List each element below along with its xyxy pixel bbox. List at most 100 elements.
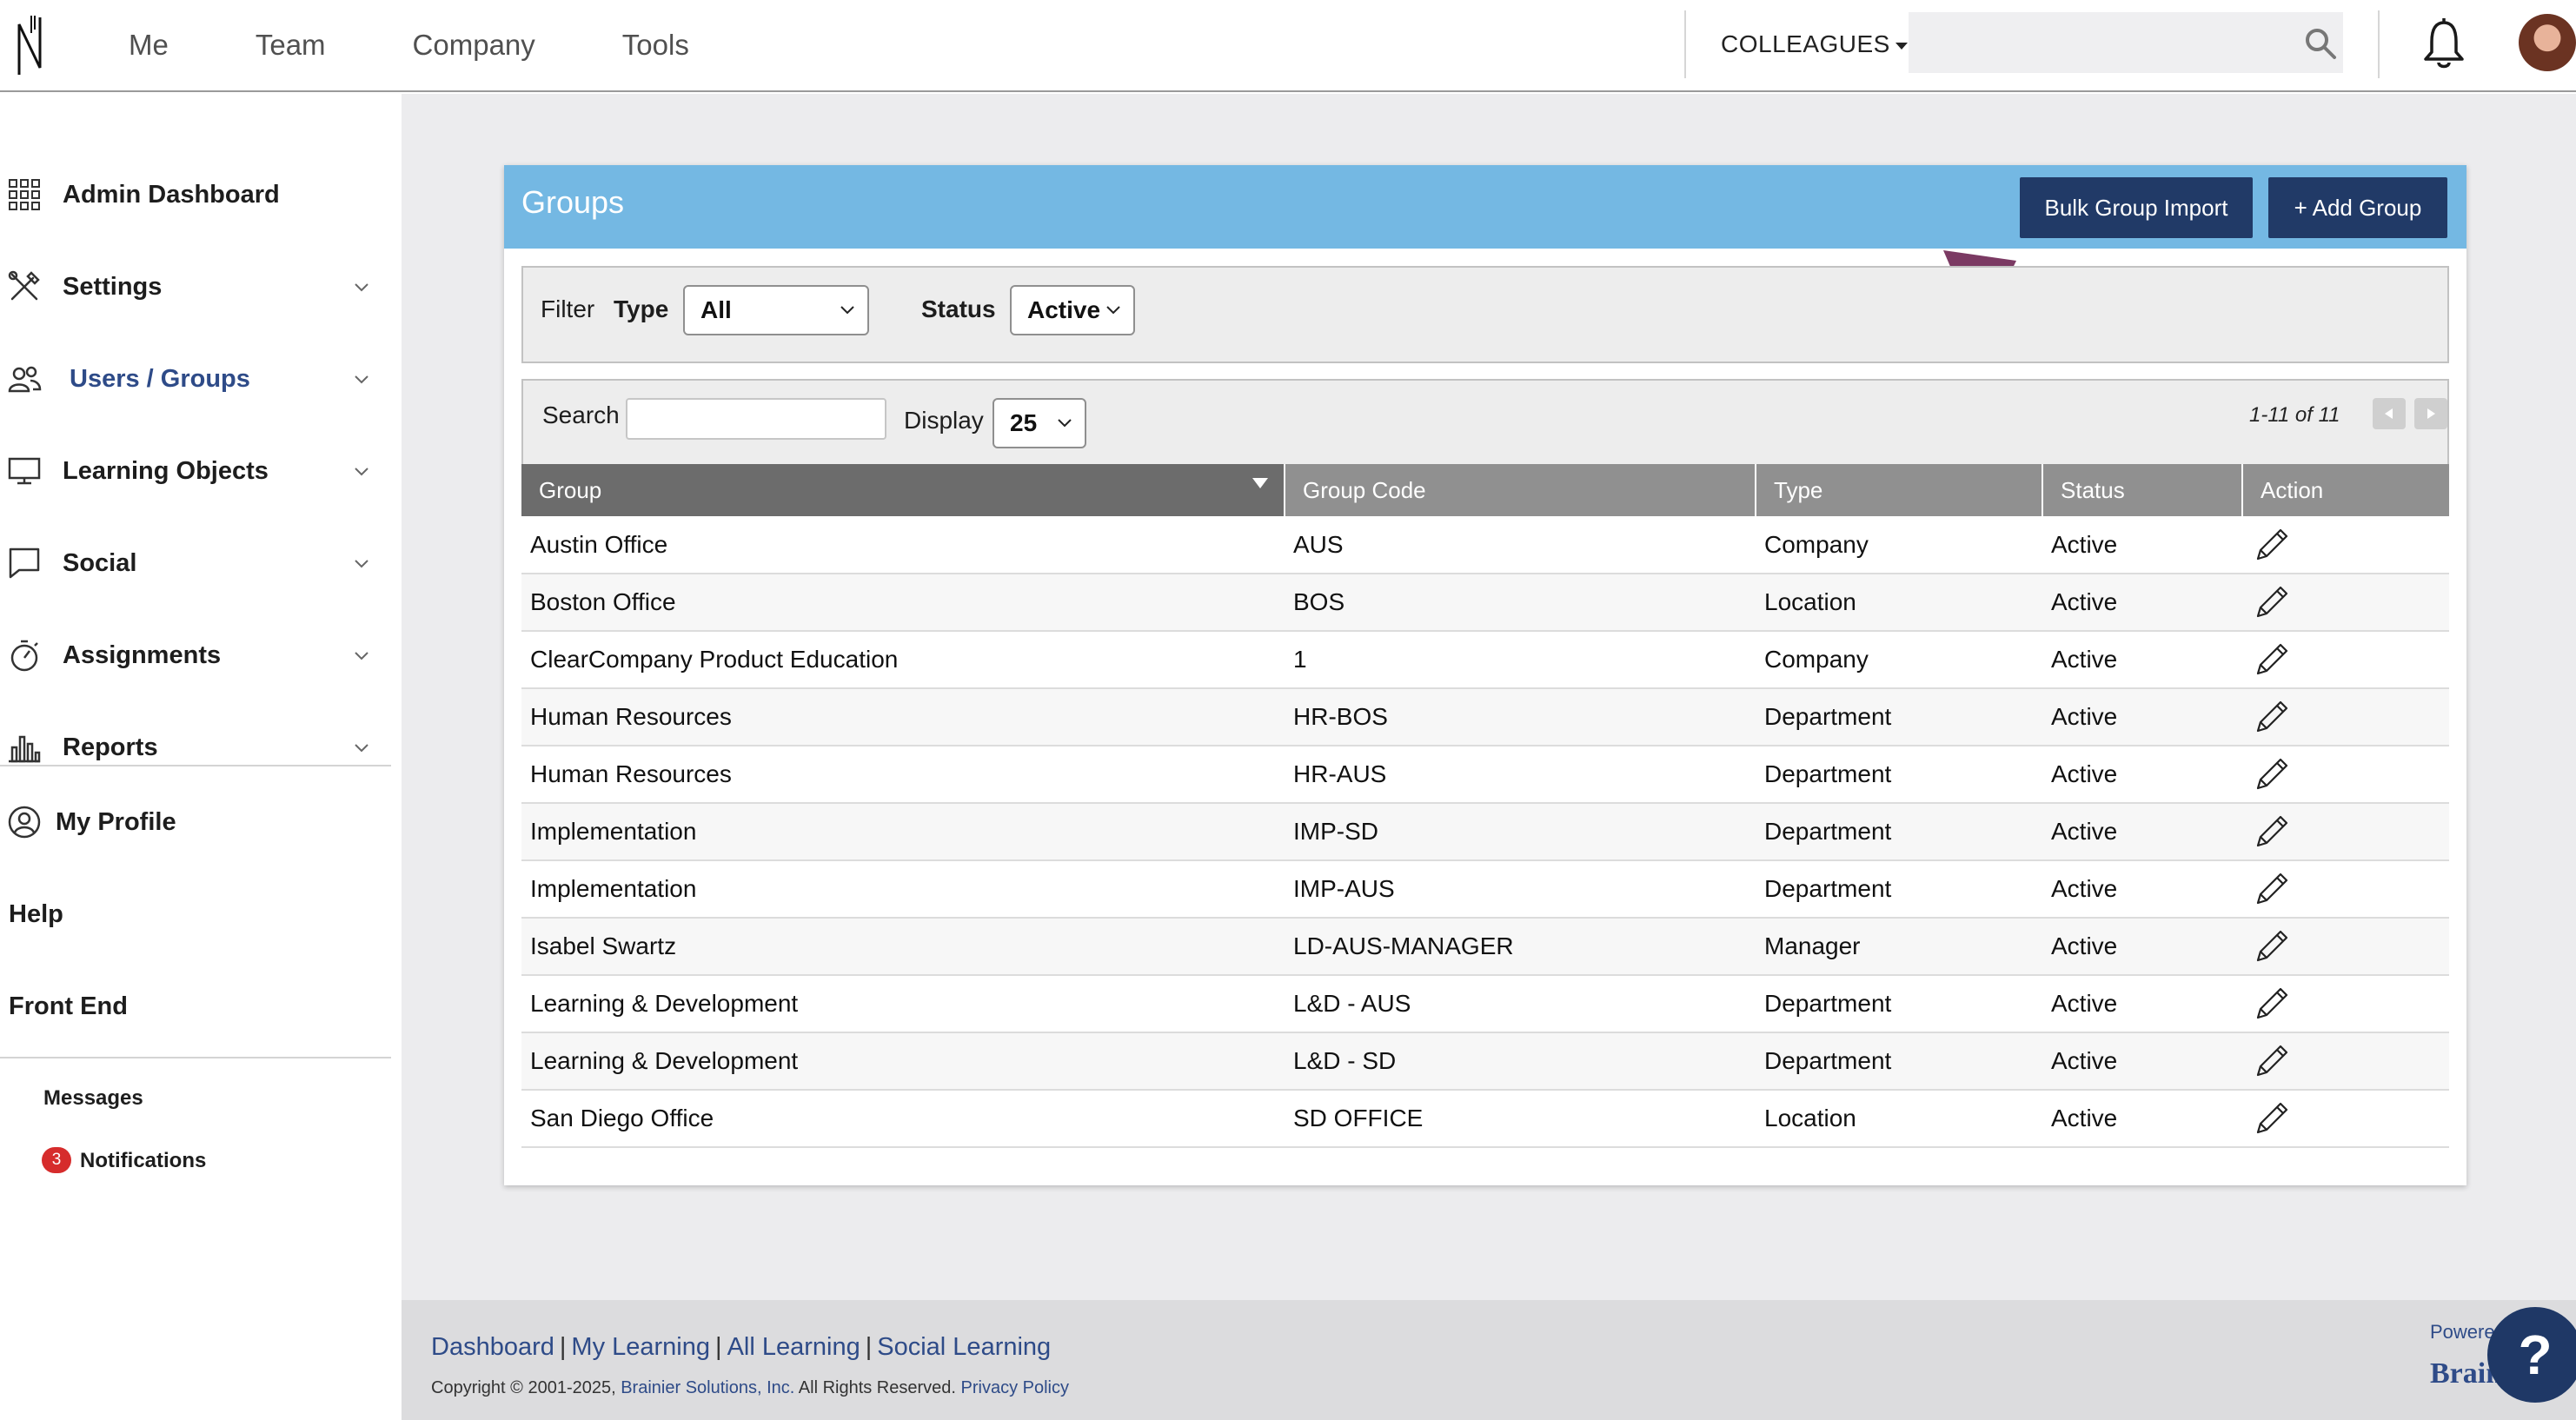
help-button[interactable]: ? — [2487, 1307, 2576, 1403]
prev-page-button[interactable] — [2373, 398, 2406, 429]
cell-action — [2242, 975, 2449, 1033]
sidebar-item-messages[interactable]: Messages — [43, 1086, 143, 1111]
column-header-status[interactable]: Status — [2042, 464, 2243, 516]
table-search-input[interactable] — [626, 398, 886, 440]
chevron-down-icon — [355, 375, 368, 384]
sidebar-item-label: Admin Dashboard — [63, 180, 280, 209]
add-group-button[interactable]: + Add Group — [2268, 177, 2447, 238]
cell-action — [2242, 803, 2449, 861]
pencil-edit-icon[interactable] — [2253, 813, 2291, 851]
pencil-edit-icon[interactable] — [2253, 927, 2291, 965]
cell-group-code: LD-AUS-MANAGER — [1285, 918, 1756, 976]
cell-action — [2242, 746, 2449, 804]
column-header-group-code[interactable]: Group Code — [1285, 464, 1756, 516]
cell-group[interactable]: Learning & Development — [521, 975, 1285, 1033]
privacy-policy-link[interactable]: Privacy Policy — [961, 1378, 1069, 1397]
chevron-down-icon — [355, 468, 368, 476]
type-filter-select[interactable]: All — [683, 285, 869, 335]
bulk-group-import-button[interactable]: Bulk Group Import — [2020, 177, 2253, 238]
cell-action — [2242, 516, 2449, 574]
cell-action — [2242, 918, 2449, 976]
cell-group[interactable]: Implementation — [521, 860, 1285, 919]
nav-item-team[interactable]: Team — [256, 24, 326, 66]
sidebar-item-social[interactable]: Social — [0, 532, 391, 594]
cell-type: Department — [1756, 746, 2042, 804]
nav-item-me[interactable]: Me — [129, 24, 169, 66]
pencil-edit-icon[interactable] — [2253, 985, 2291, 1023]
filter-label: Filter — [541, 295, 595, 322]
cell-group[interactable]: Human Resources — [521, 746, 1285, 804]
column-header-group[interactable]: Group — [521, 464, 1285, 516]
sidebar-item-label: Learning Objects — [63, 456, 269, 485]
table-body: Austin Office AUS Company Active Boston Offi… — [521, 516, 2449, 1148]
sidebar-item-my-profile[interactable]: My Profile — [0, 791, 391, 853]
cell-action — [2242, 860, 2449, 919]
cell-type: Location — [1756, 574, 2042, 632]
sidebar: Admin Dashboard Settings Users / Groups … — [0, 94, 402, 1420]
cell-group-code: L&D - SD — [1285, 1032, 1756, 1091]
pencil-edit-icon[interactable] — [2253, 1099, 2291, 1138]
footer-link-dashboard[interactable]: Dashboard — [431, 1333, 554, 1361]
pencil-edit-icon[interactable] — [2253, 755, 2291, 793]
footer-link-my-learning[interactable]: My Learning — [571, 1333, 710, 1361]
cell-group[interactable]: Austin Office — [521, 516, 1285, 574]
sidebar-item-label: My Profile — [56, 807, 176, 836]
cell-status: Active — [2042, 1090, 2242, 1148]
column-header-label: Action — [2261, 476, 2324, 503]
top-nav-menu: Me Team Company Tools — [129, 24, 776, 66]
cell-group[interactable]: San Diego Office — [521, 1090, 1285, 1148]
sidebar-item-help[interactable]: Help — [9, 900, 63, 929]
table-row: ClearCompany Product Education 1 Company Ac… — [521, 631, 2449, 689]
sidebar-divider — [0, 1057, 391, 1058]
cell-action — [2242, 574, 2449, 632]
pencil-edit-icon[interactable] — [2253, 1042, 2291, 1080]
cell-group[interactable]: Isabel Swartz — [521, 918, 1285, 976]
pencil-edit-icon[interactable] — [2253, 640, 2291, 679]
search-icon[interactable] — [2303, 26, 2338, 61]
sort-desc-icon — [1252, 478, 1268, 488]
sidebar-item-notifications[interactable]: Notifications — [80, 1149, 206, 1173]
display-count-select[interactable]: 25 — [993, 398, 1086, 448]
cell-group-code: 1 — [1285, 631, 1756, 689]
table-search-label: Search — [542, 401, 620, 428]
sidebar-item-settings[interactable]: Settings — [0, 255, 391, 318]
chevron-down-icon — [355, 560, 368, 568]
table-toolbar: Search Display 25 1-11 of 11 — [521, 379, 2449, 466]
cell-group[interactable]: Human Resources — [521, 688, 1285, 746]
sidebar-item-front-end[interactable]: Front End — [9, 992, 128, 1021]
cell-group[interactable]: ClearCompany Product Education — [521, 631, 1285, 689]
app-logo-icon[interactable] — [14, 12, 49, 78]
table-row: Implementation IMP-AUS Department Active — [521, 860, 2449, 919]
nav-item-tools[interactable]: Tools — [622, 24, 689, 66]
pencil-edit-icon[interactable] — [2253, 870, 2291, 908]
next-page-button[interactable] — [2414, 398, 2447, 429]
bell-icon[interactable] — [2421, 17, 2466, 70]
footer-link-social-learning[interactable]: Social Learning — [877, 1333, 1051, 1361]
column-header-type[interactable]: Type — [1756, 464, 2043, 516]
footer-link-all-learning[interactable]: All Learning — [727, 1333, 860, 1361]
users-icon — [8, 366, 42, 393]
cell-group[interactable]: Boston Office — [521, 574, 1285, 632]
cell-status: Active — [2042, 631, 2242, 689]
colleagues-dropdown[interactable]: COLLEAGUES — [1721, 26, 1908, 63]
table-row: Implementation IMP-SD Department Active — [521, 803, 2449, 861]
column-header-label: Type — [1774, 476, 1823, 503]
pencil-edit-icon[interactable] — [2253, 698, 2291, 736]
sidebar-item-admin-dashboard[interactable]: Admin Dashboard — [0, 163, 391, 226]
status-filter-select[interactable]: Active — [1010, 285, 1135, 335]
sidebar-item-users-groups[interactable]: Users / Groups — [0, 348, 391, 410]
cell-action — [2242, 1032, 2449, 1091]
nav-item-company[interactable]: Company — [413, 24, 535, 66]
pencil-edit-icon[interactable] — [2253, 526, 2291, 564]
search-input[interactable] — [1909, 12, 2343, 73]
sidebar-item-assignments[interactable]: Assignments — [0, 624, 391, 687]
sidebar-item-learning-objects[interactable]: Learning Objects — [0, 440, 391, 502]
sidebar-item-reports[interactable]: Reports — [0, 716, 391, 779]
cell-group-code: IMP-AUS — [1285, 860, 1756, 919]
cell-group[interactable]: Implementation — [521, 803, 1285, 861]
avatar[interactable] — [2519, 14, 2576, 71]
cell-status: Active — [2042, 860, 2242, 919]
company-link[interactable]: Brainier Solutions, Inc. — [621, 1378, 794, 1397]
pencil-edit-icon[interactable] — [2253, 583, 2291, 621]
cell-group[interactable]: Learning & Development — [521, 1032, 1285, 1091]
